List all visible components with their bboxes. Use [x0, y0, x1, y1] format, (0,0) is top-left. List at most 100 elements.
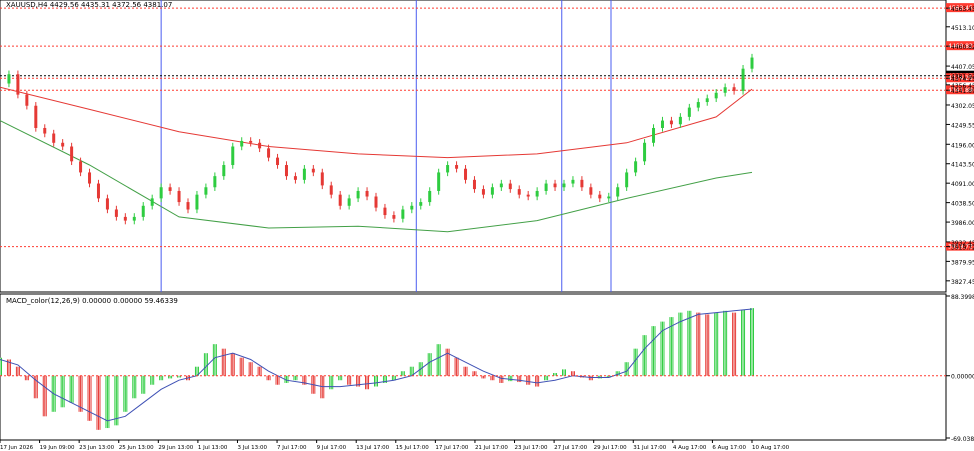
candle-body	[159, 187, 163, 199]
candle-body	[365, 190, 369, 197]
candle-body	[499, 183, 503, 188]
candle-body	[52, 133, 56, 143]
macd-tick-label: 88.39989	[951, 294, 974, 301]
time-axis: 17 Jun 2026 19 Jun 09:00 23 Jun 13:00 25 Ju…	[0, 440, 790, 451]
candle-body	[481, 189, 485, 195]
candle-body	[410, 205, 414, 210]
candle-body	[696, 102, 700, 108]
candle-body	[88, 172, 92, 184]
x-tick-label: 23 Jul 17:00	[515, 445, 548, 451]
x-tick-label: 7 Jul 17:00	[277, 445, 307, 451]
candle-body	[571, 179, 575, 184]
y-tick-label: 4407.05	[951, 64, 974, 71]
price-axis: 4563.454513.104460.824407.054381.074374.…	[946, 6, 974, 286]
candle-body	[526, 194, 530, 197]
candle-body	[732, 87, 736, 91]
y-tick-label: 4513.10	[951, 25, 974, 32]
x-tick-label: 4 Aug 17:00	[673, 445, 707, 451]
x-tick-label: 25 Jun 13:00	[119, 445, 154, 451]
x-tick-label: 19 Jun 09:00	[40, 445, 75, 451]
candle-body	[544, 183, 548, 191]
candle-body	[195, 194, 199, 210]
candle-body	[43, 127, 47, 134]
candle-body	[741, 68, 745, 91]
candle-body	[70, 146, 74, 162]
candle-body	[61, 142, 65, 147]
candle-body	[580, 179, 584, 188]
candle-body	[267, 148, 271, 158]
x-tick-label: 3 Jul 13:00	[237, 445, 267, 451]
candle-body	[258, 142, 262, 149]
candle-body	[177, 190, 181, 203]
candle-body	[374, 196, 378, 208]
candle-body	[508, 183, 512, 190]
x-tick-label: 31 Jul 17:00	[633, 445, 666, 451]
candle-body	[213, 176, 217, 188]
x-tick-label: 23 Jun 13:00	[79, 445, 114, 451]
candle-body	[249, 140, 253, 143]
y-tick-label: 4091.00	[951, 181, 974, 188]
candle-body	[96, 183, 100, 199]
candle-body	[401, 209, 405, 219]
candle-body	[616, 187, 620, 197]
candle-body	[625, 172, 629, 188]
macd-tick-label: 0.00000	[951, 374, 974, 381]
candle-body	[284, 165, 288, 177]
y-tick-label: 4341.89	[951, 88, 974, 95]
candle-body	[652, 127, 656, 143]
y-tick-label: 4563.45	[951, 6, 974, 13]
x-tick-label: 1 Jul 13:00	[198, 445, 228, 451]
candle-body	[320, 172, 324, 186]
price-panel-frame	[0, 0, 947, 293]
x-tick-label: 6 Aug 17:00	[712, 445, 746, 451]
candle-body	[302, 168, 306, 180]
candle-body	[517, 189, 521, 195]
candle-body	[634, 161, 638, 173]
x-tick-label: 15 Jul 17:00	[396, 445, 429, 451]
candle-body	[123, 216, 127, 221]
candle-body	[347, 198, 351, 206]
candle-body	[419, 202, 423, 206]
candle-body	[643, 142, 647, 162]
y-tick-label: 4302.05	[951, 103, 974, 110]
y-tick-label: 3919.72	[951, 245, 974, 252]
candle-body	[150, 198, 154, 206]
y-tick-label: 3879.95	[951, 259, 974, 266]
candle-body	[7, 74, 11, 84]
candle-body	[383, 207, 387, 216]
x-tick-label: 21 Jul 17:00	[475, 445, 508, 451]
candle-body	[437, 172, 441, 191]
candle-body	[705, 98, 709, 103]
chart-root: 4563.454460.824381.074374.254341.893919.…	[0, 0, 974, 451]
y-tick-label: 4143.50	[951, 162, 974, 169]
candle-body	[338, 194, 342, 206]
candle-body	[750, 57, 754, 69]
candle-body	[535, 190, 539, 197]
x-tick-label: 10 Aug 17:00	[752, 445, 790, 451]
candle-body	[660, 120, 664, 128]
y-tick-label: 3827.45	[951, 279, 974, 286]
candle-body	[231, 146, 235, 166]
candle-body	[132, 216, 136, 221]
candle-body	[222, 165, 226, 177]
candle-body	[455, 165, 459, 169]
candle-body	[678, 116, 682, 125]
candle-body	[168, 187, 172, 191]
candle-body	[141, 205, 145, 217]
candle-body	[240, 140, 244, 147]
x-tick-label: 17 Jun 2026	[0, 445, 34, 451]
y-tick-label: 4038.50	[951, 201, 974, 208]
candle-body	[472, 179, 476, 190]
y-tick-label: 4249.55	[951, 122, 974, 129]
candle-body	[204, 187, 208, 195]
candle-body	[114, 209, 118, 217]
x-tick-label: 29 Jul 17:00	[594, 445, 627, 451]
candle-body	[105, 198, 109, 210]
macd-panel-frame	[0, 293, 947, 441]
candle-body	[464, 168, 468, 180]
x-tick-label: 13 Jul 17:00	[356, 445, 389, 451]
candle-body	[329, 185, 333, 195]
candle-body	[446, 165, 450, 173]
candle-body	[34, 105, 38, 128]
candle-body	[490, 187, 494, 195]
